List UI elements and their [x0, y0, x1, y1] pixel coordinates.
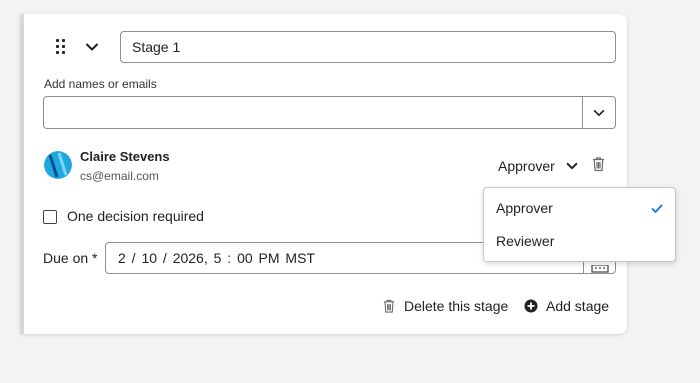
names-combobox[interactable] [43, 96, 616, 129]
names-field-label: Add names or emails [44, 77, 157, 91]
collapse-stage-button[interactable] [84, 39, 102, 57]
one-decision-checkbox[interactable] [43, 210, 57, 224]
add-circle-icon [524, 299, 538, 313]
names-dropdown-button[interactable] [582, 97, 615, 128]
trash-icon [383, 299, 395, 313]
add-stage-label: Add stage [546, 298, 610, 314]
stage-name-input[interactable]: Stage 1 [120, 31, 616, 63]
chevron-down-icon [566, 162, 578, 170]
delete-stage-label: Delete this stage [404, 298, 509, 314]
chevron-down-icon [86, 43, 98, 51]
calendar-icon [590, 265, 609, 273]
one-decision-label: One decision required [67, 208, 204, 224]
delete-stage-button[interactable]: Delete this stage [382, 297, 508, 315]
stage-card: Stage 1 Add names or emails Claire Steve… [20, 14, 627, 334]
checkmark-icon [651, 204, 663, 213]
participant-email: cs@email.com [80, 169, 159, 183]
remove-participant-icon[interactable] [591, 156, 606, 172]
due-date-value: 2 / 10 / 2026, 5 : 00 PM MST [118, 250, 315, 266]
stage-name-value: Stage 1 [132, 39, 181, 55]
chevron-down-icon [593, 109, 605, 116]
role-picker[interactable]: Approver [498, 156, 579, 176]
role-dropdown-menu: Approver Reviewer [483, 187, 676, 262]
role-picker-label: Approver [498, 158, 555, 174]
due-date-label: Due on * [43, 250, 98, 266]
role-option-reviewer[interactable]: Reviewer [484, 225, 675, 257]
avatar [44, 151, 72, 179]
participant-name: Claire Stevens [80, 149, 170, 164]
drag-handle-icon[interactable] [56, 39, 68, 57]
add-stage-button[interactable]: Add stage [524, 297, 609, 315]
role-option-approver[interactable]: Approver [484, 192, 675, 224]
names-input[interactable] [44, 97, 582, 128]
